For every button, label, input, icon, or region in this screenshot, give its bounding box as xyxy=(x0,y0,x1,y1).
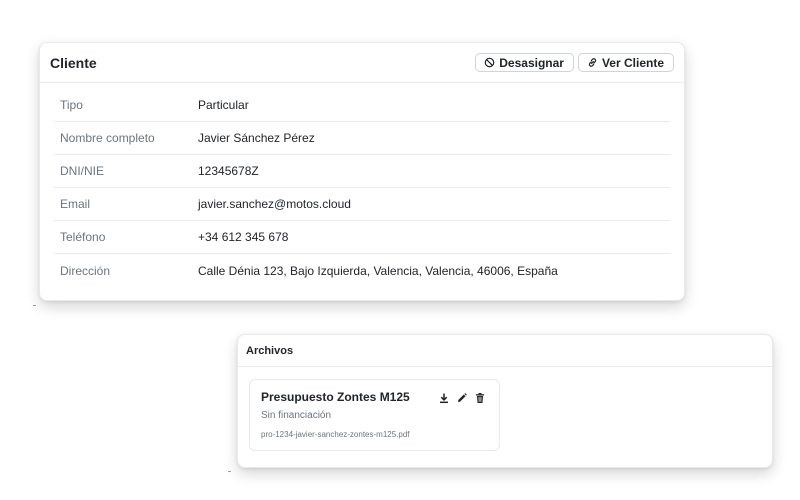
unassign-button[interactable]: Desasignar xyxy=(475,53,574,72)
info-row-type: Tipo Particular xyxy=(54,89,670,122)
file-name: pro-1234-javier-sanchez-zontes-m125.pdf xyxy=(261,430,410,439)
info-row-address: Dirección Calle Dénia 123, Bajo Izquierd… xyxy=(54,254,670,287)
info-value: Javier Sánchez Pérez xyxy=(198,131,315,145)
info-label: Nombre completo xyxy=(60,131,155,145)
info-label: Email xyxy=(60,197,91,211)
info-row-email: Email javier.sanchez@motos.cloud xyxy=(54,188,670,221)
client-card-title: Cliente xyxy=(50,54,97,71)
file-subtitle: Sin financiación xyxy=(261,410,332,421)
info-row-full-name: Nombre completo Javier Sánchez Pérez xyxy=(54,122,670,155)
edit-icon[interactable] xyxy=(456,391,468,403)
client-card-actions: Desasignar Ver Cliente xyxy=(475,53,674,72)
files-card: Archivos Presupuesto Zontes M125 Sin fin… xyxy=(237,334,773,468)
info-row-phone: Teléfono +34 612 345 678 xyxy=(54,221,670,254)
file-item-header: Presupuesto Zontes M125 xyxy=(261,390,488,404)
file-actions xyxy=(438,391,486,404)
info-value: javier.sanchez@motos.cloud xyxy=(198,197,351,211)
unassign-button-label: Desasignar xyxy=(499,55,564,70)
download-icon[interactable] xyxy=(438,391,450,404)
link-icon xyxy=(588,58,597,67)
info-label: Dirección xyxy=(60,263,111,278)
info-label: Tipo xyxy=(60,98,83,112)
info-value: Particular xyxy=(198,98,249,112)
view-client-button[interactable]: Ver Cliente xyxy=(577,53,674,72)
info-value: +34 612 345 678 xyxy=(198,230,289,244)
info-value: 12345678Z xyxy=(198,164,259,178)
divider-mark xyxy=(228,471,231,472)
client-card-header: Cliente Desasignar Ver Cliente xyxy=(40,43,684,83)
info-label: DNI/NIE xyxy=(60,164,105,178)
divider-mark xyxy=(33,305,36,306)
file-title: Presupuesto Zontes M125 xyxy=(261,390,410,404)
info-row-dni: DNI/NIE 12345678Z xyxy=(54,155,670,188)
file-item[interactable]: Presupuesto Zontes M125 Sin financiación… xyxy=(249,379,500,451)
client-card: Cliente Desasignar Ver Cliente Tipo Part… xyxy=(39,42,685,301)
client-info-table: Tipo Particular Nombre completo Javier S… xyxy=(54,89,670,287)
info-label: Teléfono xyxy=(60,230,106,244)
view-client-button-label: Ver Cliente xyxy=(601,55,664,70)
delete-icon[interactable] xyxy=(474,391,486,403)
files-card-header: Archivos xyxy=(238,335,772,367)
info-value: Calle Dénia 123, Bajo Izquierda, Valenci… xyxy=(198,263,558,278)
ban-icon xyxy=(484,57,495,68)
files-card-title: Archivos xyxy=(246,344,294,357)
